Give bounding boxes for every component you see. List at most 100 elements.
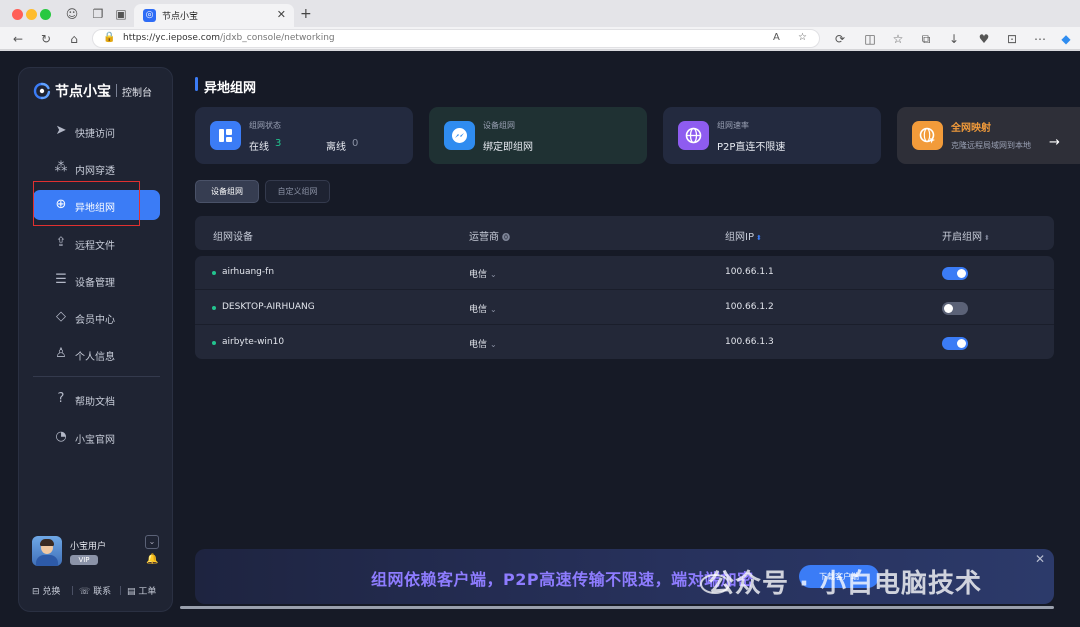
device-name: airbyte-win10 bbox=[222, 337, 285, 347]
card-device-networking: 设备组网 绑定即组网 bbox=[429, 107, 647, 164]
copilot-icon[interactable]: ◆ bbox=[1058, 31, 1074, 47]
page-title-accent bbox=[195, 77, 198, 91]
tab-custom-networking[interactable]: 自定义组网 bbox=[265, 180, 330, 203]
chevron-down-icon[interactable]: ⌄ bbox=[145, 535, 159, 549]
carrier-select[interactable]: 电信 ⌄ bbox=[469, 302, 497, 315]
minimize-window-button[interactable] bbox=[26, 9, 37, 20]
collections-icon[interactable]: ⧉ bbox=[918, 31, 934, 47]
sidebar-item-official-site[interactable]: ◔ 小宝官网 bbox=[33, 422, 160, 452]
url-path: /jdxb_console/networking bbox=[219, 33, 335, 43]
read-aloud-icon[interactable]: A bbox=[773, 32, 780, 43]
toggle-knob bbox=[957, 269, 966, 278]
user-icon: ♙ bbox=[55, 346, 67, 361]
split-screen-icon[interactable]: ◫ bbox=[862, 31, 878, 47]
browser-essentials-icon[interactable]: ♥ bbox=[976, 31, 992, 47]
networking-toggle[interactable] bbox=[942, 267, 968, 280]
favorite-star-icon[interactable]: ☆ bbox=[798, 32, 807, 43]
sidebar-item-help-docs[interactable]: ? 帮助文档 bbox=[33, 384, 160, 414]
chevron-down-icon: ⌄ bbox=[490, 270, 497, 279]
column-ip[interactable]: 组网IP ⬍ bbox=[725, 228, 762, 243]
banner-text: 组网依赖客户端，P2P高速传输不限速，端对端加密 bbox=[371, 570, 754, 589]
favorites-icon[interactable]: ☆ bbox=[890, 31, 906, 47]
sidebar: 节点小宝 控制台 ➤ 快捷访问 ⁂ 内网穿透 ⊕ 异地组网 ⇪ 远程文件 ☰ 设… bbox=[18, 67, 173, 612]
contact-link[interactable]: ☏ 联系 bbox=[79, 584, 111, 597]
card-title: 全网映射 bbox=[951, 123, 991, 134]
browser-tab[interactable]: ◎ 节点小宝 ✕ bbox=[134, 4, 294, 27]
device-ip: 100.66.1.1 bbox=[725, 267, 774, 277]
downloads-icon[interactable]: ↓ bbox=[946, 31, 962, 47]
carrier-select[interactable]: 电信 ⌄ bbox=[469, 337, 497, 350]
refresh-icon[interactable]: ↻ bbox=[38, 31, 54, 47]
close-tab-icon[interactable]: ✕ bbox=[277, 8, 286, 21]
table-header: 组网设备 运营商 ⓿ 组网IP ⬍ 开启组网 ⬍ bbox=[195, 216, 1054, 250]
more-options-icon[interactable]: ⋯ bbox=[1032, 31, 1048, 47]
networking-toggle[interactable] bbox=[942, 337, 968, 350]
close-window-button[interactable] bbox=[12, 9, 23, 20]
sidebar-item-label: 小宝官网 bbox=[75, 435, 115, 446]
tab-bar: ☺ ❐ ▣ ◎ 节点小宝 ✕ + bbox=[0, 0, 1080, 27]
sort-icon[interactable]: ⬍ bbox=[984, 234, 990, 242]
server-icon: ☰ bbox=[55, 272, 67, 287]
workspaces-icon[interactable]: ❐ bbox=[90, 6, 106, 22]
card-network-status: 组网状态 在线 3 离线 0 bbox=[195, 107, 413, 164]
exchange-label: 兑换 bbox=[42, 587, 61, 597]
networking-toggle[interactable] bbox=[942, 302, 968, 315]
card-value: 克隆远程局域网到本地 bbox=[951, 141, 1031, 150]
sidebar-item-label: 内网穿透 bbox=[75, 166, 115, 177]
sort-icon[interactable]: ⬍ bbox=[756, 234, 762, 242]
document-icon: ▤ bbox=[127, 587, 136, 597]
carrier-value: 电信 bbox=[469, 270, 488, 280]
brand-logo-icon bbox=[33, 82, 51, 100]
exchange-link[interactable]: ⊟ 兑换 bbox=[32, 584, 60, 597]
sidebar-item-label: 会员中心 bbox=[75, 315, 115, 326]
sidebar-item-quick-access[interactable]: ➤ 快捷访问 bbox=[33, 116, 160, 146]
tab-actions-icon[interactable]: ▣ bbox=[113, 6, 129, 22]
clock-globe-icon: ◔ bbox=[55, 429, 67, 444]
close-icon[interactable]: ✕ bbox=[1035, 552, 1045, 566]
navigation-row: ← ↻ ⌂ 🔒 https://yc.iepose.com/jdxb_conso… bbox=[0, 27, 1080, 50]
sidebar-item-intranet-penetration[interactable]: ⁂ 内网穿透 bbox=[33, 153, 160, 183]
screenshot-icon[interactable]: ⊡ bbox=[1004, 31, 1020, 47]
home-icon[interactable]: ⌂ bbox=[66, 31, 82, 47]
bell-icon[interactable]: 🔔 bbox=[146, 554, 158, 565]
maximize-window-button[interactable] bbox=[40, 9, 51, 20]
column-ip-label: 组网IP bbox=[725, 232, 754, 243]
lock-icon[interactable]: 🔒 bbox=[103, 32, 115, 43]
new-tab-icon[interactable]: + bbox=[300, 6, 312, 22]
avatar-hair bbox=[40, 539, 54, 546]
help-circle-icon[interactable]: ⓿ bbox=[502, 233, 510, 242]
footer-separator bbox=[72, 586, 73, 595]
table-row: DESKTOP-AIRHUANG 电信 ⌄ 100.66.1.2 bbox=[195, 291, 1054, 325]
online-label: 在线 bbox=[249, 142, 269, 153]
online-status-dot bbox=[212, 341, 216, 345]
tab-device-networking[interactable]: 设备组网 bbox=[195, 180, 259, 203]
avatar[interactable] bbox=[32, 536, 62, 566]
globe-cursor-icon bbox=[912, 121, 943, 150]
carrier-select[interactable]: 电信 ⌄ bbox=[469, 267, 497, 280]
sidebar-item-remote-files[interactable]: ⇪ 远程文件 bbox=[33, 228, 160, 258]
device-ip: 100.66.1.2 bbox=[725, 302, 774, 312]
sidebar-item-label: 远程文件 bbox=[75, 241, 115, 252]
chat-icon: ☏ bbox=[79, 587, 91, 597]
ticket-label: 工单 bbox=[138, 587, 157, 597]
extension-icon[interactable]: ⟳ bbox=[832, 31, 848, 47]
address-bar[interactable]: 🔒 https://yc.iepose.com/jdxb_console/net… bbox=[92, 29, 820, 48]
site-favicon-icon: ◎ bbox=[143, 9, 156, 22]
online-status-dot bbox=[212, 271, 216, 275]
card-full-mapping[interactable]: 全网映射 克隆远程局域网到本地 → bbox=[897, 107, 1080, 164]
ticket-exchange-icon: ⊟ bbox=[32, 587, 40, 597]
card-network-speed: 组网速率 P2P直连不限速 bbox=[663, 107, 881, 164]
profile-icon[interactable]: ☺ bbox=[64, 6, 80, 22]
ticket-link[interactable]: ▤ 工单 bbox=[127, 584, 156, 597]
network-icon: ⁂ bbox=[54, 160, 68, 175]
arrow-right-icon[interactable]: → bbox=[1049, 135, 1060, 150]
sidebar-item-label: 快捷访问 bbox=[75, 129, 115, 140]
column-enabled[interactable]: 开启组网 ⬍ bbox=[942, 228, 990, 243]
sidebar-item-member-center[interactable]: ◇ 会员中心 bbox=[33, 302, 160, 332]
back-icon[interactable]: ← bbox=[10, 31, 26, 47]
url-text[interactable]: https://yc.iepose.com/jdxb_console/netwo… bbox=[123, 33, 335, 43]
chevron-down-icon: ⌄ bbox=[490, 340, 497, 349]
sidebar-item-personal-info[interactable]: ♙ 个人信息 bbox=[33, 339, 160, 369]
horizontal-scrollbar[interactable] bbox=[180, 606, 1054, 609]
sidebar-item-device-management[interactable]: ☰ 设备管理 bbox=[33, 265, 160, 295]
